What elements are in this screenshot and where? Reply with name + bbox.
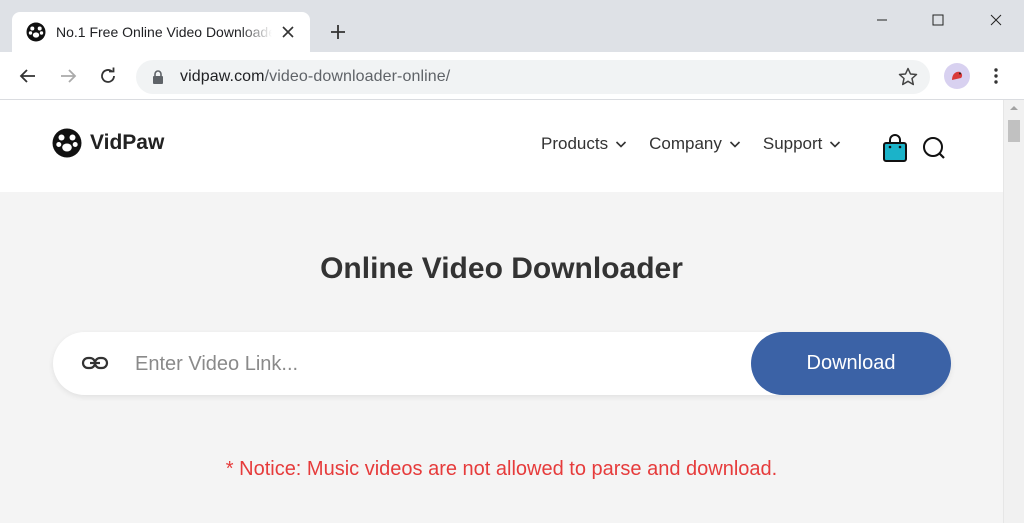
url-path: /video-downloader-online/	[264, 68, 451, 85]
video-link-input[interactable]	[135, 344, 735, 384]
plus-icon[interactable]	[326, 20, 350, 44]
nav-label: Company	[649, 134, 722, 153]
page-viewport: VidPaw Products Company Support Online V…	[0, 100, 1024, 523]
search-icon[interactable]	[922, 136, 946, 160]
tab-strip: No.1 Free Online Video Downloader	[0, 0, 1024, 52]
lock-icon[interactable]	[150, 69, 166, 85]
video-link-bar: Download	[53, 332, 951, 395]
profile-icon[interactable]	[944, 63, 970, 89]
main-nav: Products Company Support	[541, 134, 863, 154]
chevron-down-icon	[616, 141, 627, 148]
browser-tab[interactable]: No.1 Free Online Video Downloader	[12, 12, 310, 52]
scrollbar-thumb[interactable]	[1008, 120, 1020, 142]
paw-icon	[26, 22, 46, 42]
close-icon[interactable]	[278, 22, 298, 42]
menu-icon[interactable]	[986, 64, 1006, 88]
forward-icon[interactable]	[56, 64, 80, 88]
notice-text: * Notice: Music videos are not allowed t…	[225, 458, 778, 480]
paw-icon	[52, 128, 82, 158]
chevron-down-icon	[830, 141, 841, 148]
back-icon[interactable]	[16, 64, 40, 88]
nav-label: Support	[762, 134, 823, 153]
site-logo[interactable]: VidPaw	[52, 128, 164, 158]
minimize-icon[interactable]	[870, 8, 894, 32]
download-button[interactable]: Download	[751, 332, 951, 395]
nav-company[interactable]: Company	[649, 134, 741, 154]
nav-products[interactable]: Products	[541, 134, 627, 154]
browser-toolbar: vidpaw.com/video-downloader-online/	[0, 52, 1024, 100]
nav-label: Products	[541, 134, 609, 153]
site-header: VidPaw Products Company Support	[0, 100, 1003, 192]
cart-icon[interactable]	[882, 134, 908, 162]
chevron-down-icon	[729, 141, 740, 148]
url-text: vidpaw.com/video-downloader-online/	[180, 68, 450, 86]
window-close-icon[interactable]	[984, 8, 1008, 32]
maximize-icon[interactable]	[926, 8, 950, 32]
address-bar[interactable]: vidpaw.com/video-downloader-online/	[136, 60, 930, 94]
nav-support[interactable]: Support	[763, 134, 842, 154]
star-icon[interactable]	[898, 67, 918, 87]
url-host: vidpaw.com	[180, 68, 265, 85]
scrollbar[interactable]	[1003, 100, 1024, 523]
page-title: Online Video Downloader	[320, 252, 683, 285]
link-icon	[81, 356, 109, 370]
logo-text: VidPaw	[90, 131, 165, 154]
scroll-up-icon[interactable]	[1009, 104, 1019, 112]
reload-icon[interactable]	[96, 64, 120, 88]
tab-title: No.1 Free Online Video Downloader	[56, 24, 272, 40]
